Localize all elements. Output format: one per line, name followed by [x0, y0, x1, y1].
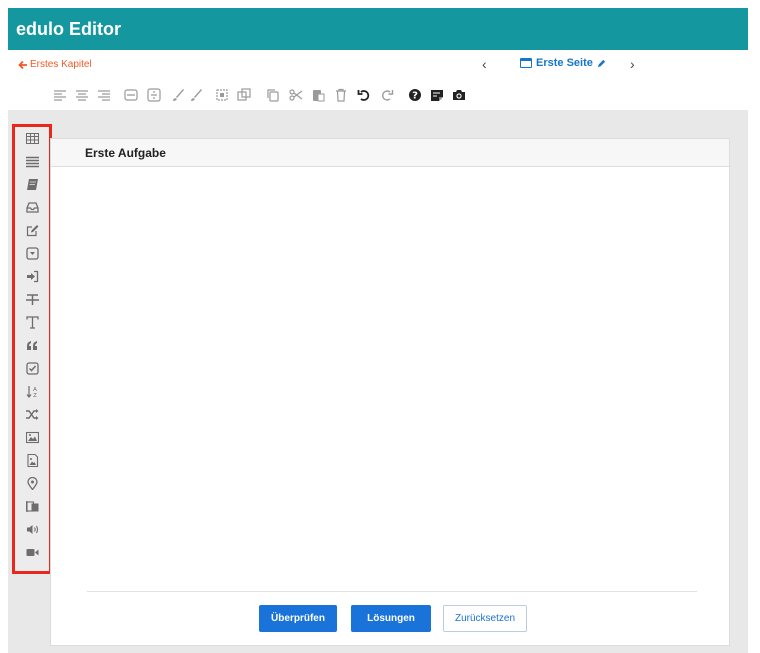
current-page-title[interactable]: Erste Seite	[520, 57, 606, 69]
editor-window: edulo Editor Erstes Kapitel ‹ Erste Seit…	[8, 8, 748, 653]
align-center-icon[interactable]	[74, 87, 90, 103]
reset-button[interactable]: Zurücksetzen	[443, 605, 527, 632]
editor-toolbar: ?	[8, 80, 748, 110]
card-header: Erste Aufgabe	[51, 139, 729, 167]
window-icon	[520, 58, 532, 68]
sort-alpha-icon[interactable]: AZ	[24, 383, 40, 399]
resize-icon[interactable]	[236, 87, 252, 103]
brush-icon[interactable]	[170, 87, 186, 103]
image-compare-icon[interactable]	[24, 498, 40, 514]
exercise-card: Erste Aufgabe Überprüfen Lösungen Zurück…	[50, 138, 730, 646]
app-bar: edulo Editor	[8, 8, 748, 50]
delete-icon[interactable]	[333, 87, 349, 103]
app-title: edulo Editor	[16, 18, 121, 39]
page-title: Erste Seite	[536, 57, 593, 69]
exercise-title: Erste Aufgabe	[85, 145, 166, 160]
pencil-icon[interactable]	[597, 59, 606, 68]
svg-text:Z: Z	[33, 393, 37, 398]
text-type-icon[interactable]	[24, 314, 40, 330]
undo-icon[interactable]	[356, 87, 372, 103]
select-frame-icon[interactable]	[214, 87, 230, 103]
inbox-icon[interactable]	[24, 199, 40, 215]
redo-icon[interactable]	[379, 87, 395, 103]
help-icon[interactable]: ?	[407, 87, 423, 103]
back-link-label: Erstes Kapitel	[30, 59, 92, 70]
note-icon[interactable]	[429, 87, 445, 103]
paste-icon[interactable]	[310, 87, 326, 103]
check-button[interactable]: Überprüfen	[259, 605, 337, 632]
paint-brush-icon[interactable]	[188, 87, 204, 103]
align-left-icon[interactable]	[52, 87, 68, 103]
video-icon[interactable]	[24, 544, 40, 560]
dropdown-icon[interactable]	[24, 245, 40, 261]
sign-in-icon[interactable]	[24, 268, 40, 284]
image-file-icon[interactable]	[24, 452, 40, 468]
element-palette: AZ	[12, 124, 52, 574]
chevron-left-icon[interactable]: ‹	[482, 56, 487, 72]
image-icon[interactable]	[24, 429, 40, 445]
text-strikethrough-icon[interactable]	[24, 291, 40, 307]
copy-icon[interactable]	[265, 87, 281, 103]
arrow-left-icon	[18, 60, 27, 69]
camera-icon[interactable]	[451, 87, 467, 103]
back-to-chapter-link[interactable]: Erstes Kapitel	[18, 59, 92, 70]
horizontal-rule-icon[interactable]	[123, 87, 139, 103]
table-icon[interactable]	[24, 130, 40, 146]
svg-text:?: ?	[412, 91, 418, 102]
cut-icon[interactable]	[288, 87, 304, 103]
volume-icon[interactable]	[24, 521, 40, 537]
card-divider	[87, 591, 697, 592]
map-marker-icon[interactable]	[24, 475, 40, 491]
edit-square-icon[interactable]	[24, 222, 40, 238]
chevron-right-icon[interactable]: ›	[630, 56, 635, 72]
workspace: AZ Erste Aufgabe Überprüfen Lösungen Zur…	[8, 110, 748, 653]
book-icon[interactable]	[24, 176, 40, 192]
vertical-spacing-icon[interactable]	[146, 87, 162, 103]
checkbox-icon[interactable]	[24, 360, 40, 376]
list-lines-icon[interactable]	[24, 153, 40, 169]
solutions-button[interactable]: Lösungen	[351, 605, 431, 632]
align-right-icon[interactable]	[96, 87, 112, 103]
shuffle-icon[interactable]	[24, 406, 40, 422]
page-navigation: Erstes Kapitel ‹ Erste Seite ›	[8, 50, 748, 80]
quote-icon[interactable]	[24, 337, 40, 353]
